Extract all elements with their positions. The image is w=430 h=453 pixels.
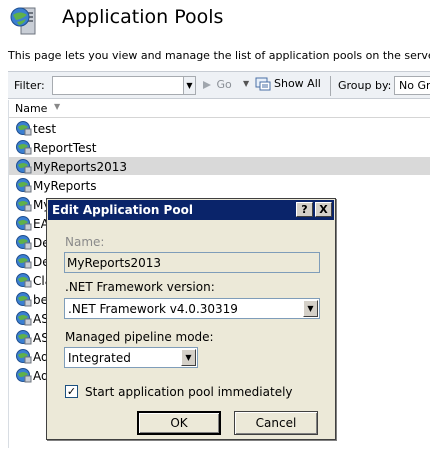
column-header-name[interactable]: Name ▼ bbox=[9, 100, 430, 118]
show-all-icon bbox=[255, 77, 271, 91]
go-icon bbox=[203, 81, 211, 89]
application-pool-icon bbox=[16, 273, 32, 288]
show-all-label: Show All bbox=[274, 77, 321, 90]
edit-application-pool-dialog: Edit Application Pool ? X Name: MyReport… bbox=[46, 198, 336, 440]
pipeline-mode-value: Integrated bbox=[68, 351, 131, 365]
application-pool-icon bbox=[16, 349, 32, 364]
group-by-label: Group by: bbox=[338, 79, 392, 92]
dialog-title: Edit Application Pool bbox=[52, 203, 193, 217]
application-pool-icon bbox=[16, 254, 32, 269]
column-header-label: Name bbox=[15, 102, 48, 115]
page-header: Application Pools bbox=[0, 0, 430, 44]
name-label: Name: bbox=[65, 235, 105, 249]
application-pool-icon bbox=[16, 311, 32, 326]
list-item[interactable]: test bbox=[9, 119, 430, 137]
page-title: Application Pools bbox=[62, 6, 224, 28]
list-item[interactable]: ReportTest bbox=[9, 138, 430, 156]
application-pool-icon bbox=[16, 292, 32, 307]
application-pool-icon bbox=[16, 178, 32, 193]
go-dropdown-icon[interactable]: ▼ bbox=[243, 79, 249, 88]
list-item[interactable]: MyReports bbox=[9, 176, 430, 194]
help-button[interactable]: ? bbox=[296, 202, 313, 217]
start-immediately-label: Start application pool immediately bbox=[85, 385, 293, 399]
show-all-button[interactable]: Show All bbox=[255, 77, 321, 95]
application-pool-icon bbox=[16, 140, 32, 155]
chevron-down-icon[interactable]: ▼ bbox=[181, 349, 196, 366]
application-pool-icon bbox=[16, 216, 32, 231]
application-pool-icon bbox=[16, 368, 32, 383]
application-pool-icon bbox=[16, 330, 32, 345]
name-field: MyReports2013 bbox=[64, 252, 320, 273]
close-button[interactable]: X bbox=[315, 202, 332, 217]
page-description: This page lets you view and manage the l… bbox=[8, 49, 430, 62]
filter-dropdown-button[interactable]: ▼ bbox=[184, 76, 196, 95]
go-label: Go bbox=[216, 78, 232, 91]
framework-version-label: .NET Framework version: bbox=[65, 280, 215, 294]
ok-button[interactable]: OK bbox=[137, 411, 221, 435]
list-item-label: test bbox=[33, 122, 57, 136]
start-immediately-checkbox[interactable]: ✓ bbox=[65, 385, 78, 398]
list-item-label: ReportTest bbox=[33, 141, 97, 155]
filter-toolbar: Filter: ▼ Go ▼ Show All Group by: No Gro… bbox=[8, 71, 430, 99]
framework-version-value: .NET Framework v4.0.30319 bbox=[68, 302, 238, 316]
pipeline-mode-select[interactable]: Integrated ▼ bbox=[64, 347, 198, 368]
cancel-button[interactable]: Cancel bbox=[234, 411, 318, 435]
filter-label: Filter: bbox=[14, 79, 45, 92]
toolbar-separator bbox=[330, 76, 331, 96]
dialog-title-bar[interactable]: Edit Application Pool ? X bbox=[48, 200, 334, 220]
application-pool-icon bbox=[16, 121, 32, 136]
application-pools-icon bbox=[10, 7, 36, 35]
filter-input[interactable] bbox=[52, 76, 184, 95]
checkmark-icon: ✓ bbox=[66, 385, 77, 398]
chevron-down-icon[interactable]: ▼ bbox=[303, 300, 318, 317]
go-button[interactable]: Go bbox=[201, 78, 232, 91]
list-item-label: MyReports bbox=[33, 179, 97, 193]
framework-version-select[interactable]: .NET Framework v4.0.30319 ▼ bbox=[64, 298, 320, 319]
application-pool-icon bbox=[16, 235, 32, 250]
sort-arrow-icon: ▼ bbox=[54, 102, 61, 111]
application-pool-icon bbox=[16, 159, 32, 174]
list-item-label: MyReports2013 bbox=[33, 160, 128, 174]
application-pool-icon bbox=[16, 197, 32, 212]
pipeline-mode-label: Managed pipeline mode: bbox=[65, 330, 214, 344]
group-by-select[interactable]: No Grou bbox=[394, 76, 430, 95]
list-item[interactable]: MyReports2013 bbox=[9, 157, 430, 175]
